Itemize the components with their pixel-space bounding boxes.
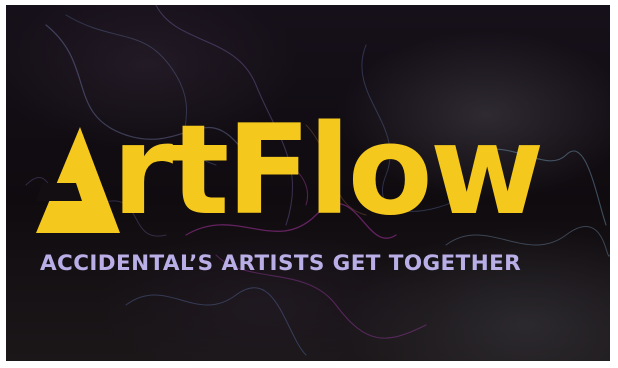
stylized-a-glyph: [36, 127, 120, 233]
tagline: ACCIDENTAL’S ARTISTS GET TOGETHER: [40, 251, 522, 276]
event-banner: rtFlow ACCIDENTAL’S ARTISTS GET TOGETHER: [6, 5, 610, 361]
artflow-logo: rtFlow: [36, 109, 596, 238]
logo-wordmark: rtFlow: [112, 99, 544, 243]
